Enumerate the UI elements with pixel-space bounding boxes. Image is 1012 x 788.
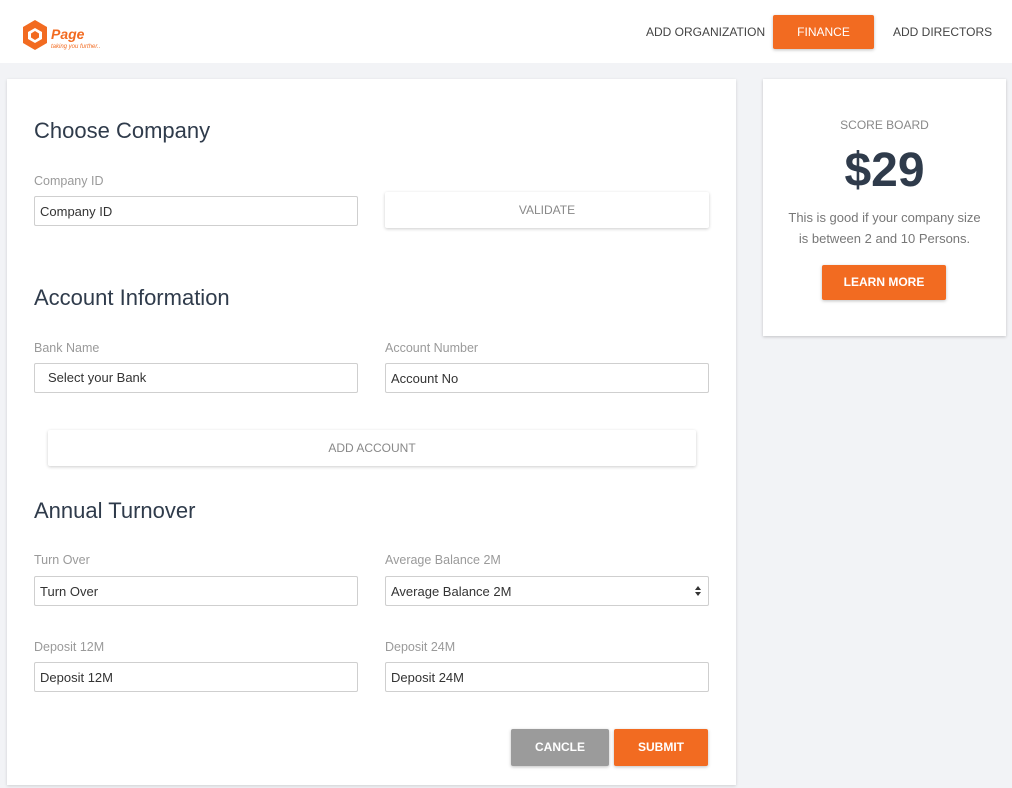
nav-add-directors[interactable]: ADD DIRECTORS <box>893 15 992 49</box>
average-balance-label: Average Balance 2M <box>385 553 501 567</box>
turnover-input[interactable] <box>34 576 358 606</box>
nav-finance[interactable]: FINANCE <box>773 15 874 49</box>
account-information-title: Account Information <box>34 285 230 310</box>
deposit-12m-input[interactable] <box>34 662 358 692</box>
bank-name-label: Bank Name <box>34 341 100 355</box>
brand-tagline: taking you further.. <box>51 44 101 50</box>
brand-name: Page <box>51 26 85 42</box>
company-id-label: Company ID <box>34 174 104 188</box>
annual-turnover-title: Annual Turnover <box>34 498 196 523</box>
average-balance-input[interactable] <box>385 576 709 606</box>
logo-hexagon-icon <box>23 20 47 50</box>
top-bar: Page taking you further.. ADD ORGANIZATI… <box>0 0 1012 63</box>
account-number-label: Account Number <box>385 341 479 355</box>
nav-add-organization[interactable]: ADD ORGANIZATION <box>646 15 765 49</box>
submit-button[interactable]: SUBMIT <box>614 729 708 766</box>
account-number-input[interactable] <box>385 363 709 393</box>
scoreboard-description: This is good if your company size is bet… <box>788 210 981 246</box>
logo[interactable]: Page taking you further.. <box>22 19 102 55</box>
deposit-24m-label: Deposit 24M <box>385 640 456 654</box>
scoreboard-card: SCORE BOARD $29 This is good if your com… <box>763 79 1006 336</box>
average-balance-wrapper <box>385 576 709 606</box>
learn-more-button[interactable]: LEARN MORE <box>822 265 946 300</box>
bank-select[interactable]: Select your Bank <box>34 363 358 393</box>
deposit-24m-input[interactable] <box>385 662 709 692</box>
scoreboard-title: SCORE BOARD <box>840 118 929 132</box>
number-spinner-icon[interactable] <box>694 584 702 598</box>
choose-company-title: Choose Company <box>34 118 211 143</box>
cancel-button[interactable]: CANCLE <box>511 729 609 766</box>
add-account-button[interactable]: ADD ACCOUNT <box>48 430 696 466</box>
validate-button[interactable]: VALIDATE <box>385 192 709 228</box>
company-id-input[interactable] <box>34 196 358 226</box>
scoreboard-value: $29 <box>844 144 925 197</box>
turnover-label: Turn Over <box>34 553 90 567</box>
deposit-12m-label: Deposit 12M <box>34 640 105 654</box>
bank-select-value: Select your Bank <box>48 370 147 385</box>
